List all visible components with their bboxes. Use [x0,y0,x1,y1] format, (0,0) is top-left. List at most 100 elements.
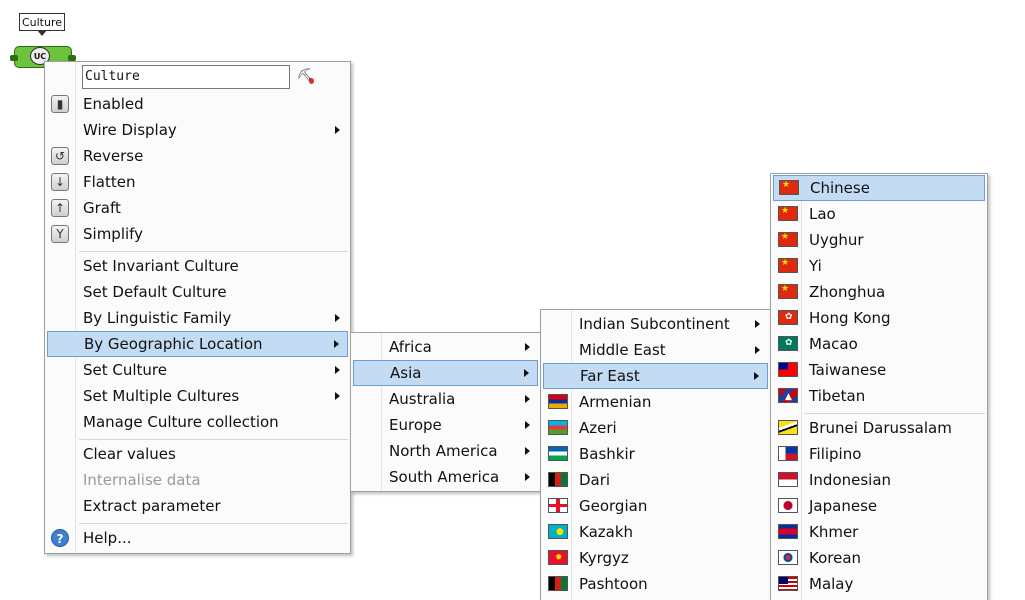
menu-item-dari[interactable]: Dari [543,467,768,493]
menu-item-zhonghua[interactable]: ★ Zhonghua [773,279,985,305]
menu-item-label: Set Default Culture [83,283,227,301]
kyrgyzstan-flag-icon: ✹ [548,550,568,565]
menu-item-australia[interactable]: Australia [353,386,538,412]
menu-item-middle-east[interactable]: Middle East [543,337,768,363]
submenu-arrow-icon [755,320,760,328]
menu-item-label: Reverse [83,147,144,165]
menu-item-georgian[interactable]: Georgian [543,493,768,519]
menu-item-label: Indonesian [809,471,892,489]
menu-item-label: Enabled [83,95,144,113]
menu-separator [79,251,348,252]
menu-item-set-culture[interactable]: Set Culture [47,357,348,383]
menu-item-wire-display[interactable]: Wire Display [47,117,348,143]
submenu-arrow-icon [754,372,759,380]
menu-item-korean[interactable]: Korean [773,545,985,571]
menu-item-asia[interactable]: Asia [353,360,538,386]
menu-item-macao[interactable]: ✿ Macao [773,331,985,357]
menu-item-kazakh[interactable]: ● Kazakh [543,519,768,545]
menu-item-indonesian[interactable]: Indonesian [773,467,985,493]
menu-item-label: Chinese [810,179,870,197]
menu-item-graft[interactable]: ↑ Graft [47,195,348,221]
menu-item-malay[interactable]: Malay [773,571,985,597]
submenu-arrow-icon [335,366,340,374]
menu-item-label: Filipino [809,445,862,463]
menu-item-filipino[interactable]: Filipino [773,441,985,467]
menu-item-manage-culture-collection[interactable]: Manage Culture collection [47,409,348,435]
input-grip[interactable] [10,55,18,61]
menu-item-by-geographic-location[interactable]: By Geographic Location [47,331,348,357]
menu-item-label: Bashkir [579,445,635,463]
submenu-arrow-icon [525,473,530,481]
menu-item-label: Asia [390,364,422,382]
menu-item-label: Tibetan [809,387,866,405]
menu-item-label: Pashtoon [579,575,648,593]
menu-item-uyghur[interactable]: ★ Uyghur [773,227,985,253]
bashkortostan-flag-icon [548,446,568,461]
graft-icon: ↑ [51,199,69,217]
menu-item-label: Malay [809,575,854,593]
menu-item-hong-kong[interactable]: ✿ Hong Kong [773,305,985,331]
menu-item-label: Simplify [83,225,144,243]
menu-item-far-east[interactable]: Far East [543,363,768,389]
cambodia-flag-icon [778,524,798,539]
menu-item-pashtoon[interactable]: Pashtoon [543,571,768,597]
afghanistan-flag-icon [548,576,568,591]
menu-item-set-default-culture[interactable]: Set Default Culture [47,279,348,305]
menu-item-azeri[interactable]: Azeri [543,415,768,441]
menu-item-south-america[interactable]: South America [353,464,538,490]
menu-item-kyrgyz[interactable]: ✹ Kyrgyz [543,545,768,571]
menu-item-label: Khmer [809,523,859,541]
menu-item-label: Extract parameter [83,497,221,515]
menu-item-label: North America [389,442,498,460]
menu-item-indian-subcontinent[interactable]: Indian Subcontinent [543,311,768,337]
menu-item-north-america[interactable]: North America [353,438,538,464]
menu-item-label: Macao [809,335,858,353]
menu-item-set-multiple-cultures[interactable]: Set Multiple Cultures [47,383,348,409]
menu-item-taiwanese[interactable]: Taiwanese [773,357,985,383]
menu-item-lao[interactable]: ★ Lao [773,201,985,227]
menu-item-flatten[interactable]: ↓ Flatten [47,169,348,195]
menu-separator [79,439,348,440]
asia-submenu: Indian Subcontinent Middle East Far East… [540,309,771,600]
far-east-submenu: ★ Chinese ★ Lao ★ Uyghur ★ Yi ★ Zhonghua… [770,173,988,600]
menu-item-help[interactable]: ? Help... [47,525,348,551]
parameter-name-field[interactable]: Culture [82,65,290,89]
submenu-arrow-icon [525,395,530,403]
menu-item-simplify[interactable]: Y Simplify [47,221,348,247]
menu-item-clear-values[interactable]: Clear values [47,441,348,467]
paintbrush-icon[interactable]: ⛏ [296,66,316,86]
submenu-arrow-icon [335,392,340,400]
menu-item-bashkir[interactable]: Bashkir [543,441,768,467]
menu-item-chinese[interactable]: ★ Chinese [773,175,985,201]
menu-item-by-linguistic-family[interactable]: By Linguistic Family [47,305,348,331]
menu-item-tibetan[interactable]: ▲ Tibetan [773,383,985,409]
menu-item-extract-parameter[interactable]: Extract parameter [47,493,348,519]
menu-separator [805,413,985,414]
menu-item-enabled[interactable]: ▮ Enabled [47,91,348,117]
hong-kong-flag-icon: ✿ [778,310,798,325]
context-menu: ▮ Enabled Wire Display ↺ Reverse ↓ Flatt… [44,61,351,554]
armenia-flag-icon [548,394,568,409]
menu-item-label: By Linguistic Family [83,309,232,327]
menu-item-brunei-darussalam[interactable]: Brunei Darussalam [773,415,985,441]
tooltip-tail [37,30,47,36]
submenu-arrow-icon [335,126,340,134]
menu-item-armenian[interactable]: Armenian [543,389,768,415]
menu-item-khmer[interactable]: Khmer [773,519,985,545]
menu-item-europe[interactable]: Europe [353,412,538,438]
menu-item-label: Help... [83,529,132,547]
component-tooltip: Culture [19,13,65,31]
menu-item-yi[interactable]: ★ Yi [773,253,985,279]
brunei-flag-icon [778,420,798,435]
menu-item-label: Wire Display [83,121,177,139]
menu-item-reverse[interactable]: ↺ Reverse [47,143,348,169]
flatten-icon: ↓ [51,173,69,191]
menu-item-japanese[interactable]: Japanese [773,493,985,519]
menu-item-label: Japanese [809,497,878,515]
afghanistan-flag-icon [548,472,568,487]
menu-item-set-invariant-culture[interactable]: Set Invariant Culture [47,253,348,279]
menu-item-africa[interactable]: Africa [353,334,538,360]
tibet-flag-icon: ▲ [778,388,798,403]
submenu-arrow-icon [525,343,530,351]
menu-item-label: Flatten [83,173,136,191]
